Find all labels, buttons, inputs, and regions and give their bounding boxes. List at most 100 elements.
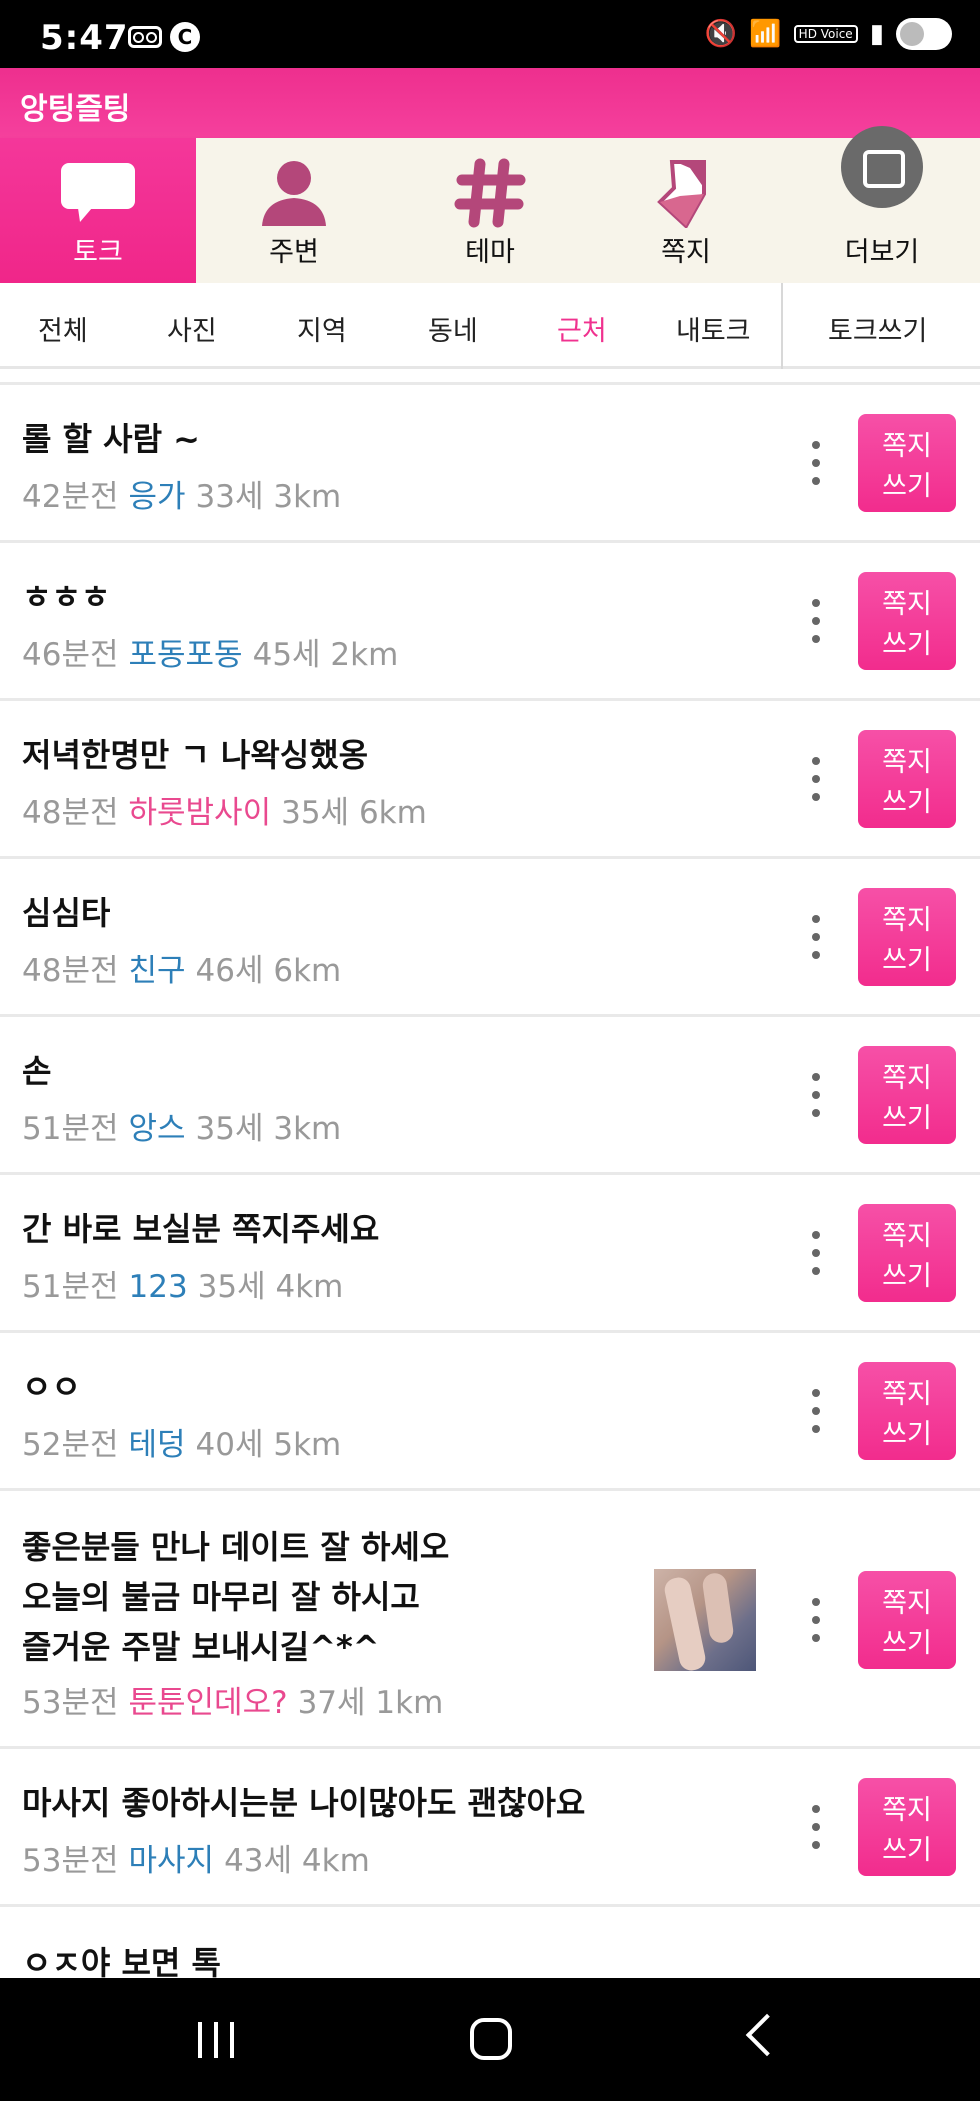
subtab-all[interactable]: 전체 <box>38 309 88 348</box>
home-icon[interactable] <box>470 2018 512 2060</box>
subtab-photos[interactable]: 사진 <box>167 309 217 348</box>
post-nickname[interactable]: 응가 <box>129 479 186 515</box>
post-age: 40세 <box>195 1427 264 1463</box>
send-message-button[interactable]: 쪽지 쓰기 <box>858 1362 956 1460</box>
send-message-button[interactable]: 쪽지 쓰기 <box>858 1046 956 1144</box>
post-distance: 1km <box>375 1685 444 1721</box>
post-nickname[interactable]: 포동포동 <box>129 637 243 673</box>
tab-talk[interactable]: 토크 <box>0 138 196 283</box>
list-item[interactable]: 심심타 48분전 친구 46세 6km 쪽지 쓰기 <box>0 856 980 1014</box>
subtab-region[interactable]: 지역 <box>297 309 347 348</box>
post-title: ㅎㅎㅎ <box>22 578 111 616</box>
more-options-icon[interactable] <box>808 1598 824 1642</box>
post-title: ㅇㅇ <box>22 1368 81 1406</box>
post-meta: 52분전 테덩 40세 5km <box>22 1419 341 1464</box>
post-age: 35세 <box>197 1269 266 1305</box>
send-message-button[interactable]: 쪽지 쓰기 <box>858 888 956 986</box>
status-right-icons: 🔇 📶 HD Voice ▮ <box>705 18 952 50</box>
post-age: 45세 <box>252 637 321 673</box>
post-title: 저녁한명만 ㄱ 나왁싱했옹 <box>22 736 369 774</box>
hd-voice-icon: HD Voice <box>793 25 858 43</box>
send-message-button[interactable]: 쪽지 쓰기 <box>858 572 956 670</box>
list-item[interactable]: 저녁한명만 ㄱ 나왁싱했옹 48분전 하룻밤사이 35세 6km 쪽지 쓰기 <box>0 698 980 856</box>
send-message-button[interactable]: 쪽지 쓰기 <box>858 414 956 512</box>
post-time: 46분전 <box>22 637 119 673</box>
subtab-my-talk[interactable]: 내토크 <box>676 309 751 348</box>
list-item[interactable]: 마사지 좋아하시는분 나이많아도 괜찮아요 53분전 마사지 43세 4km 쪽지 쓰… <box>0 1746 980 1904</box>
more-options-icon[interactable] <box>808 1805 824 1849</box>
post-title: 간 바로 보실분 쪽지주세요 <box>22 1210 380 1248</box>
post-title-line: 오늘의 불금 마무리 잘 하시고 <box>22 1578 420 1616</box>
top-tab-bar: 토크 주변 테마 쪽지 더보기 <box>0 126 980 283</box>
chat-bubble-icon <box>61 163 135 222</box>
back-icon[interactable] <box>745 2013 789 2057</box>
more-options-icon[interactable] <box>808 1073 824 1117</box>
system-nav-bar <box>0 1978 980 2101</box>
post-distance: 2km <box>330 637 399 673</box>
post-distance: 3km <box>273 1111 342 1147</box>
tab-more[interactable]: 더보기 <box>784 126 980 283</box>
post-nickname[interactable]: 123 <box>129 1269 188 1305</box>
tab-more-label: 더보기 <box>844 237 920 268</box>
battery-icon <box>896 18 952 50</box>
send-message-button[interactable]: 쪽지 쓰기 <box>858 730 956 828</box>
tab-nearby[interactable]: 주변 <box>196 138 392 283</box>
subtab-divider <box>781 283 783 369</box>
list-item[interactable]: 롤 할 사람 ~ 42분전 응가 33세 3km 쪽지 쓰기 <box>0 382 980 540</box>
status-left-icons: C <box>128 22 200 52</box>
list-item[interactable]: 좋은분들 만나 데이트 잘 하세오 오늘의 불금 마무리 잘 하시고 즐거운 주… <box>0 1488 980 1746</box>
send-message-button[interactable]: 쪽지 쓰기 <box>858 1204 956 1302</box>
list-item[interactable]: 손 51분전 앙스 35세 3km 쪽지 쓰기 <box>0 1014 980 1172</box>
post-meta: 53분전 마사지 43세 4km <box>22 1835 370 1880</box>
more-options-icon[interactable] <box>808 1389 824 1433</box>
post-distance: 4km <box>275 1269 344 1305</box>
list-item[interactable]: ㅇㅇ 52분전 테덩 40세 5km 쪽지 쓰기 <box>0 1330 980 1488</box>
recent-apps-icon[interactable] <box>196 2022 236 2058</box>
post-meta: 48분전 친구 46세 6km <box>22 945 341 990</box>
subtab-neighborhood[interactable]: 동네 <box>428 309 478 348</box>
list-item[interactable]: ㅎㅎㅎ 46분전 포동포동 45세 2km 쪽지 쓰기 <box>0 540 980 698</box>
post-photo-thumbnail[interactable] <box>654 1569 756 1671</box>
status-bar: 5:47 C 🔇 📶 HD Voice ▮ <box>0 0 980 68</box>
post-time: 53분전 <box>22 1685 119 1721</box>
send-message-button[interactable]: 쪽지 쓰기 <box>858 1571 956 1669</box>
post-meta: 53분전 툰툰인데오? 37세 1km <box>22 1677 443 1722</box>
post-nickname[interactable]: 하룻밤사이 <box>129 795 272 831</box>
subtab-nearby[interactable]: 근처 <box>557 309 607 348</box>
tab-theme-label: 테마 <box>465 237 515 268</box>
post-age: 35세 <box>281 795 350 831</box>
more-options-icon[interactable] <box>808 915 824 959</box>
post-time: 42분전 <box>22 479 119 515</box>
post-meta: 42분전 응가 33세 3km <box>22 471 341 516</box>
list-item[interactable]: 간 바로 보실분 쪽지주세요 51분전 123 35세 4km 쪽지 쓰기 <box>0 1172 980 1330</box>
post-age: 35세 <box>195 1111 264 1147</box>
post-time: 51분전 <box>22 1269 119 1305</box>
mute-icon: 🔇 <box>704 19 738 49</box>
more-options-icon[interactable] <box>808 757 824 801</box>
signal-icon: ▮ <box>869 19 884 49</box>
post-nickname[interactable]: 친구 <box>129 953 186 989</box>
post-meta: 51분전 123 35세 4km <box>22 1261 343 1306</box>
list-item[interactable]: ㅇㅈ야 보면 톡 <box>0 1904 980 1984</box>
post-title-line: 즐거운 주말 보내시길^*^ <box>22 1628 380 1666</box>
post-nickname[interactable]: 마사지 <box>129 1843 215 1879</box>
post-nickname[interactable]: 테덩 <box>129 1427 186 1463</box>
post-nickname[interactable]: 앙스 <box>129 1111 186 1147</box>
post-time: 48분전 <box>22 795 119 831</box>
write-talk-button[interactable]: 토크쓰기 <box>828 309 927 348</box>
post-title: 마사지 좋아하시는분 나이많아도 괜찮아요 <box>22 1784 586 1822</box>
post-distance: 6km <box>358 795 427 831</box>
post-age: 43세 <box>224 1843 293 1879</box>
more-options-icon[interactable] <box>808 1231 824 1275</box>
hashtag-icon <box>454 158 526 228</box>
send-message-button[interactable]: 쪽지 쓰기 <box>858 1778 956 1876</box>
post-list: 롤 할 사람 ~ 42분전 응가 33세 3km 쪽지 쓰기 ㅎㅎㅎ 46분전 포동포동… <box>0 382 980 1984</box>
post-distance: 5km <box>273 1427 342 1463</box>
tab-theme[interactable]: 테마 <box>392 138 588 283</box>
post-distance: 4km <box>301 1843 370 1879</box>
more-options-icon[interactable] <box>808 599 824 643</box>
post-nickname[interactable]: 툰툰인데오? <box>129 1685 288 1721</box>
tab-messages[interactable]: 쪽지 <box>588 138 784 283</box>
more-options-icon[interactable] <box>808 441 824 485</box>
tab-messages-label: 쪽지 <box>661 237 711 268</box>
